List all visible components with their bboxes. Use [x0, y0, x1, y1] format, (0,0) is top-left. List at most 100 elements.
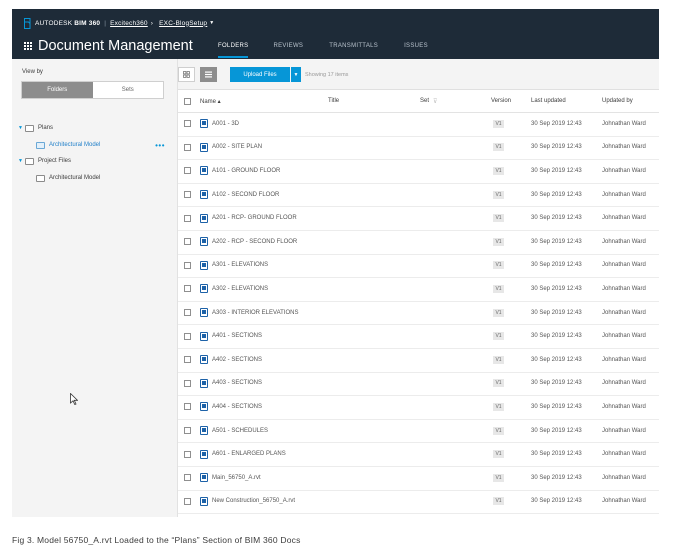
tree-node-plans[interactable]: ▼ Plans — [18, 122, 53, 134]
version-badge[interactable]: V1 — [493, 497, 504, 506]
version-badge[interactable]: V1 — [493, 355, 504, 364]
file-name[interactable]: A002 - SITE PLAN — [212, 144, 262, 150]
row-checkbox[interactable] — [184, 261, 191, 269]
list-view-button[interactable] — [200, 67, 217, 82]
version-badge[interactable]: V1 — [493, 261, 504, 270]
file-name-cell[interactable]: A601 - ENLARGED PLANS — [200, 442, 286, 466]
column-name-header[interactable]: Name ▴ — [200, 90, 221, 112]
row-checkbox[interactable] — [184, 450, 191, 458]
version-badge[interactable]: V1 — [493, 402, 504, 411]
row-checkbox[interactable] — [184, 285, 191, 293]
app-grid-icon[interactable] — [24, 42, 32, 50]
file-name-cell[interactable]: A002 - SITE PLAN — [200, 136, 262, 160]
filter-icon[interactable]: ⊽ — [433, 98, 437, 105]
table-row[interactable]: Main_56750_A.rvt V1 30 Sep 2019 12:43 Johna… — [178, 466, 659, 491]
table-row[interactable]: A201 - RCP- GROUND FLOOR V1 30 Sep 2019 12… — [178, 206, 659, 231]
upload-options-chevron-down-icon[interactable]: ▼ — [291, 67, 301, 82]
column-updated-by-header[interactable]: Updated by — [602, 90, 633, 112]
version-badge[interactable]: V1 — [493, 143, 504, 152]
expand-arrow-icon[interactable]: ▼ — [18, 125, 25, 131]
file-name[interactable]: A501 - SCHEDULES — [212, 428, 268, 434]
column-version-header[interactable]: Version — [491, 90, 511, 112]
file-name[interactable]: A601 - ENLARGED PLANS — [212, 451, 286, 457]
more-options-icon[interactable]: ••• — [155, 141, 165, 150]
version-badge[interactable]: V1 — [493, 166, 504, 175]
file-name-cell[interactable]: A202 - RCP - SECOND FLOOR — [200, 230, 297, 254]
file-name[interactable]: A302 - ELEVATIONS — [212, 286, 268, 292]
file-name-cell[interactable]: A102 - SECOND FLOOR — [200, 183, 279, 207]
table-row[interactable]: A401 - SECTIONS V1 30 Sep 2019 12:43 Johnat… — [178, 324, 659, 349]
expand-arrow-icon[interactable]: ▼ — [18, 158, 25, 164]
row-checkbox[interactable] — [184, 191, 191, 199]
file-name[interactable]: New Construction_56750_A.rvt — [212, 498, 295, 504]
row-checkbox[interactable] — [184, 474, 191, 482]
version-badge[interactable]: V1 — [493, 450, 504, 459]
row-checkbox[interactable] — [184, 238, 191, 246]
table-row[interactable]: A102 - SECOND FLOOR V1 30 Sep 2019 12:43 Jo… — [178, 183, 659, 208]
file-name-cell[interactable]: New Construction_56750_A.rvt — [200, 490, 295, 514]
version-badge[interactable]: V1 — [493, 237, 504, 246]
file-name[interactable]: A404 - SECTIONS — [212, 404, 262, 410]
table-row[interactable]: A402 - SECTIONS V1 30 Sep 2019 12:43 Johnat… — [178, 348, 659, 373]
folders-toggle-button[interactable]: Folders — [22, 82, 93, 98]
file-name[interactable]: A301 - ELEVATIONS — [212, 262, 268, 268]
subproject-dropdown[interactable]: EXC-BlogSetup — [159, 20, 207, 27]
file-name[interactable]: A201 - RCP- GROUND FLOOR — [212, 215, 297, 221]
file-name-cell[interactable]: A301 - ELEVATIONS — [200, 254, 268, 278]
file-name-cell[interactable]: A402 - SECTIONS — [200, 348, 262, 372]
file-name[interactable]: A101 - GROUND FLOOR — [212, 168, 280, 174]
row-checkbox[interactable] — [184, 356, 191, 364]
tree-node-architectural-model-selected[interactable]: Architectural Model ••• — [36, 139, 177, 151]
select-all-checkbox[interactable] — [184, 97, 191, 105]
table-row[interactable]: A002 - SITE PLAN V1 30 Sep 2019 12:43 Johna… — [178, 136, 659, 161]
file-name[interactable]: A202 - RCP - SECOND FLOOR — [212, 239, 297, 245]
version-badge[interactable]: V1 — [493, 119, 504, 128]
table-row[interactable]: A301 - ELEVATIONS V1 30 Sep 2019 12:43 John… — [178, 254, 659, 279]
row-checkbox[interactable] — [184, 120, 191, 128]
file-name[interactable]: A403 - SECTIONS — [212, 380, 262, 386]
file-name-cell[interactable]: A303 - INTERIOR ELEVATIONS — [200, 301, 298, 325]
version-badge[interactable]: V1 — [493, 214, 504, 223]
file-name-cell[interactable]: A403 - SECTIONS — [200, 372, 262, 396]
column-set-header[interactable]: Set ⊽ — [420, 90, 437, 112]
file-name[interactable]: A303 - INTERIOR ELEVATIONS — [212, 310, 298, 316]
file-name-cell[interactable]: A401 - SECTIONS — [200, 324, 262, 348]
file-name[interactable]: A102 - SECOND FLOOR — [212, 192, 279, 198]
row-checkbox[interactable] — [184, 309, 191, 317]
column-title-header[interactable]: Title — [328, 90, 339, 112]
tab-issues[interactable]: ISSUES — [404, 43, 428, 58]
chevron-down-icon[interactable]: ▼ — [209, 20, 214, 26]
version-badge[interactable]: V1 — [493, 426, 504, 435]
table-row[interactable]: A202 - RCP - SECOND FLOOR V1 30 Sep 2019 1… — [178, 230, 659, 255]
column-last-updated-header[interactable]: Last updated — [531, 90, 566, 112]
table-row[interactable]: A501 - SCHEDULES V1 30 Sep 2019 12:43 Johna… — [178, 419, 659, 444]
project-link[interactable]: Excitech360 — [110, 20, 148, 27]
file-name-cell[interactable]: A201 - RCP- GROUND FLOOR — [200, 206, 297, 230]
table-row[interactable]: A404 - SECTIONS V1 30 Sep 2019 12:43 Johnat… — [178, 395, 659, 420]
sets-toggle-button[interactable]: Sets — [93, 82, 164, 98]
row-checkbox[interactable] — [184, 427, 191, 435]
file-name-cell[interactable]: A302 - ELEVATIONS — [200, 277, 268, 301]
version-badge[interactable]: V1 — [493, 332, 504, 341]
version-badge[interactable]: V1 — [493, 473, 504, 482]
tab-reviews[interactable]: REVIEWS — [273, 43, 303, 58]
row-checkbox[interactable] — [184, 143, 191, 151]
file-name-cell[interactable]: A501 - SCHEDULES — [200, 419, 268, 443]
tab-folders[interactable]: FOLDERS — [218, 43, 249, 58]
table-row[interactable]: A101 - GROUND FLOOR V1 30 Sep 2019 12:43 Jo… — [178, 159, 659, 184]
file-name-cell[interactable]: A101 - GROUND FLOOR — [200, 159, 280, 183]
file-name-cell[interactable]: A001 - 3D — [200, 112, 239, 136]
upload-files-button[interactable]: Upload Files — [230, 67, 290, 82]
table-row[interactable]: A302 - ELEVATIONS V1 30 Sep 2019 12:43 John… — [178, 277, 659, 302]
table-row[interactable]: A001 - 3D V1 30 Sep 2019 12:43 Johnathan Wa… — [178, 112, 659, 137]
tree-node-project-files[interactable]: ▼ Project Files — [18, 155, 71, 167]
file-name[interactable]: A001 - 3D — [212, 121, 239, 127]
row-checkbox[interactable] — [184, 403, 191, 411]
file-name[interactable]: A402 - SECTIONS — [212, 357, 262, 363]
tab-transmittals[interactable]: TRANSMITTALS — [329, 43, 378, 58]
file-name[interactable]: Main_56750_A.rvt — [212, 475, 261, 481]
tree-node-architectural-model[interactable]: Architectural Model — [36, 172, 100, 184]
row-checkbox[interactable] — [184, 379, 191, 387]
file-name-cell[interactable]: A404 - SECTIONS — [200, 395, 262, 419]
grid-view-button[interactable] — [178, 67, 195, 82]
